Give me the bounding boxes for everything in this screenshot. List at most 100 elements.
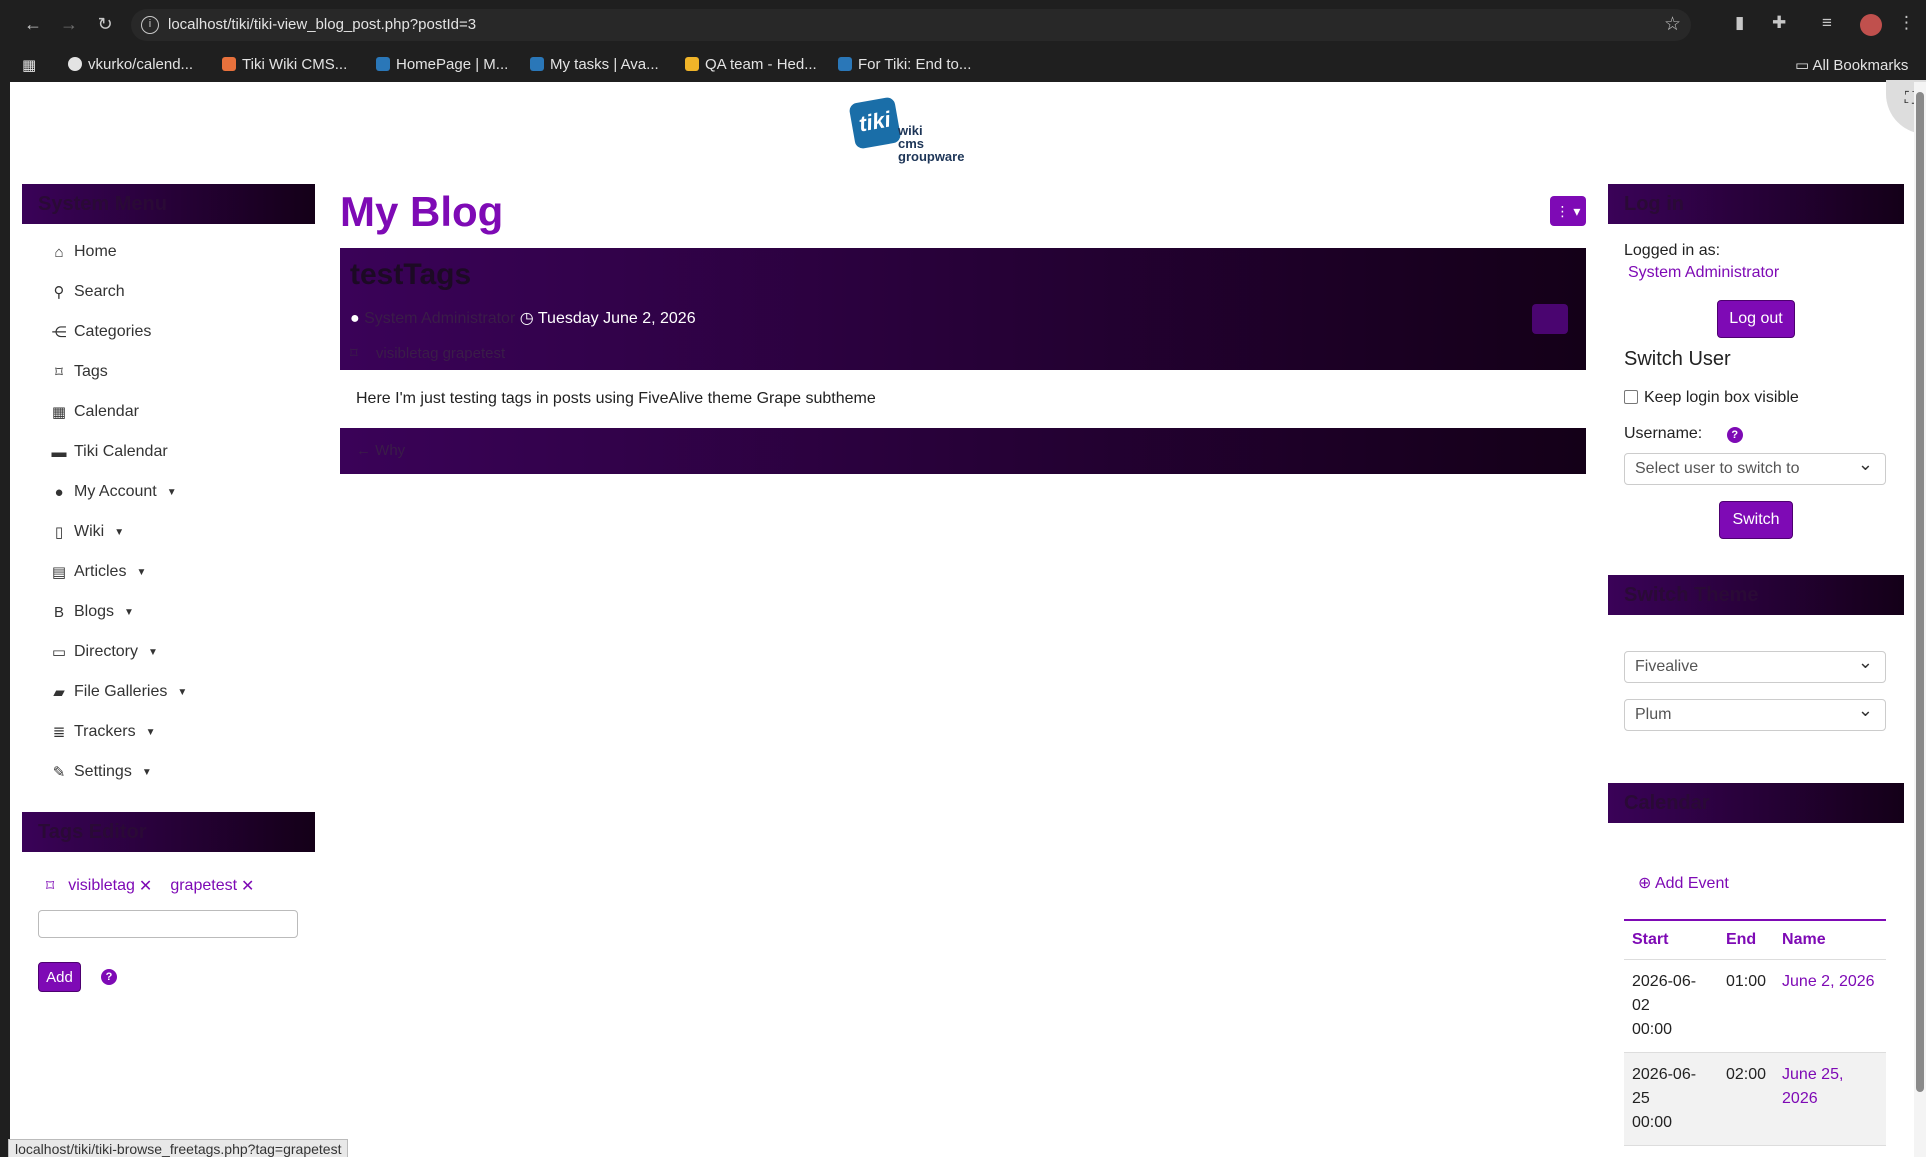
- sidebar-item-categories[interactable]: ⋲ Categories: [22, 312, 315, 352]
- post-author[interactable]: System Administrator: [364, 310, 515, 327]
- tag-chip[interactable]: grapetest: [170, 877, 237, 895]
- tag-input[interactable]: [38, 910, 298, 938]
- remove-tag-icon[interactable]: ✕: [241, 876, 254, 896]
- calendar-header: Calendar: [1608, 783, 1904, 823]
- table-header-row: Start End Name: [1624, 919, 1886, 960]
- sidebar-item-articles[interactable]: ▤ Articles ▼: [22, 552, 315, 592]
- column-header[interactable]: Name: [1774, 919, 1886, 960]
- address-bar[interactable]: i localhost/tiki/tiki-view_blog_post.php…: [131, 9, 1691, 41]
- sidebar-item-calendar[interactable]: ▦ Calendar: [22, 392, 315, 432]
- caret-down-icon[interactable]: ▼: [136, 567, 146, 578]
- column-header[interactable]: Start: [1624, 919, 1718, 960]
- post-date: Tuesday June 2, 2026: [537, 310, 696, 327]
- browser-menu-icon[interactable]: ⋮: [1898, 13, 1915, 33]
- tag-chip[interactable]: visibletag: [68, 877, 135, 895]
- sidebar-item-settings[interactable]: ✎ Settings ▼: [22, 752, 315, 792]
- sidebar-item-label: Settings: [74, 763, 132, 780]
- address-url[interactable]: localhost/tiki/tiki-view_blog_post.php?p…: [168, 16, 476, 33]
- apps-icon[interactable]: ▦: [22, 56, 36, 74]
- back-icon[interactable]: ←: [22, 13, 44, 35]
- blog-actions-button[interactable]: ⋮ ▾: [1550, 196, 1586, 226]
- right-column: Log in Logged in as: System Administrato…: [1608, 184, 1904, 1146]
- post-actions-button[interactable]: [1532, 304, 1568, 334]
- bookmark-item[interactable]: Tiki Wiki CMS...: [222, 56, 347, 73]
- sidebar-item-directory[interactable]: ▭ Directory ▼: [22, 632, 315, 672]
- site-info-icon[interactable]: i: [141, 16, 159, 34]
- all-bookmarks[interactable]: ▭ All Bookmarks: [1795, 56, 1908, 74]
- status-bar-url: localhost/tiki/tiki-browse_freetags.php?…: [8, 1139, 349, 1157]
- tag-add-row: Add ?: [38, 962, 315, 992]
- logout-button[interactable]: Log out: [1717, 300, 1795, 338]
- sidebar-item-home[interactable]: ⌂ Home: [22, 232, 315, 272]
- sidebar-item-wiki[interactable]: ▯ Wiki ▼: [22, 512, 315, 552]
- event-start-date: 2026-06-02: [1632, 973, 1697, 1014]
- sidebar-item-file-galleries[interactable]: ▰ File Galleries ▼: [22, 672, 315, 712]
- bookmark-label: Tiki Wiki CMS...: [242, 56, 348, 73]
- bookmark-label: My tasks | Ava...: [550, 56, 659, 73]
- help-icon[interactable]: ?: [101, 969, 117, 985]
- bookmark-item[interactable]: QA team - Hed...: [685, 56, 817, 73]
- bookmark-favicon: [222, 57, 236, 71]
- caret-down-icon[interactable]: ▼: [124, 607, 134, 618]
- help-icon[interactable]: ?: [1726, 427, 1743, 443]
- sidebar-item-trackers[interactable]: ≣ Trackers ▼: [22, 712, 315, 752]
- clock-icon: ◷: [519, 310, 534, 327]
- sidebar-item-label: Tiki Calendar: [74, 443, 168, 460]
- event-name[interactable]: June 25, 2026: [1774, 1052, 1886, 1146]
- bookmark-item[interactable]: vkurko/calend...: [68, 56, 193, 73]
- sidebar-item-blogs[interactable]: B Blogs ▼: [22, 592, 315, 632]
- extension-icon[interactable]: ▮: [1735, 13, 1744, 33]
- event-start-time: 00:00: [1632, 1021, 1673, 1038]
- sidebar-item-search[interactable]: ⚲ Search: [22, 272, 315, 312]
- profile-avatar[interactable]: [1860, 14, 1882, 36]
- event-name[interactable]: June 2, 2026: [1774, 959, 1886, 1053]
- caret-down-icon[interactable]: ▼: [142, 767, 152, 778]
- caret-down-icon[interactable]: ▼: [114, 527, 124, 538]
- caret-down-icon[interactable]: ▼: [146, 727, 156, 738]
- subtheme-select[interactable]: Plum: [1624, 699, 1886, 731]
- caret-down-icon[interactable]: ▼: [177, 687, 187, 698]
- post-tag-links[interactable]: visibletag grapetest: [376, 345, 505, 362]
- event-start-time: 00:00: [1632, 1114, 1673, 1131]
- site-logo[interactable]: tiki wiki cms groupware: [842, 90, 982, 163]
- caret-down-icon[interactable]: ▼: [167, 487, 177, 498]
- event-end: 02:00: [1717, 1052, 1775, 1146]
- logged-in-user[interactable]: System Administrator: [1628, 264, 1888, 282]
- bookmarks-bar: ▦ vkurko/calend... Tiki Wiki CMS... Home…: [0, 48, 1926, 82]
- page-scrollbar[interactable]: [1914, 82, 1926, 1157]
- calendar-icon: ▬: [51, 443, 67, 461]
- media-icon[interactable]: ≡: [1822, 13, 1832, 33]
- system-menu: ⌂ Home ⚲ Search ⋲ Categories ⌑ Tags ▦ Calendar ▬ Ti…: [22, 224, 315, 792]
- sidebar-item-label: My Account: [74, 483, 157, 500]
- add-tag-button[interactable]: Add: [38, 962, 81, 992]
- theme-select[interactable]: Fivealive: [1624, 651, 1886, 683]
- caret-down-icon[interactable]: ▼: [148, 647, 158, 658]
- sidebar-item-label: Tags: [74, 363, 108, 380]
- add-event-link[interactable]: ⊕ Add Event: [1638, 873, 1888, 893]
- previous-post-link[interactable]: ← Why: [356, 442, 405, 459]
- switch-user-select[interactable]: Select user to switch to: [1624, 453, 1886, 485]
- bookmark-item[interactable]: HomePage | M...: [376, 56, 508, 73]
- bookmark-item[interactable]: For Tiki: End to...: [838, 56, 971, 73]
- folder-icon: ▭: [1795, 57, 1813, 74]
- puzzle-icon[interactable]: ✚: [1772, 13, 1786, 33]
- sidebar-item-my-account[interactable]: ● My Account ▼: [22, 472, 315, 512]
- keep-visible-checkbox[interactable]: [1624, 390, 1638, 404]
- column-header[interactable]: End: [1717, 919, 1775, 960]
- sidebar-item-tags[interactable]: ⌑ Tags: [22, 352, 315, 392]
- tiki-logo-mark: tiki: [848, 96, 902, 150]
- event-start-date: 2026-06-25: [1632, 1066, 1697, 1107]
- remove-tag-icon[interactable]: ✕: [139, 876, 152, 896]
- sidebar-item-tiki-calendar[interactable]: ▬ Tiki Calendar: [22, 432, 315, 472]
- scrollbar-thumb[interactable]: [1916, 92, 1924, 1092]
- left-column: System Menu ⌂ Home ⚲ Search ⋲ Categories ⌑ Tags…: [22, 184, 315, 992]
- bookmark-item[interactable]: My tasks | Ava...: [530, 56, 659, 73]
- page: tiki wiki cms groupware ⛶ System Menu ⌂ H…: [10, 80, 1926, 1157]
- bookmark-star-icon[interactable]: ☆: [1664, 13, 1681, 36]
- all-bookmarks-label: All Bookmarks: [1812, 57, 1909, 74]
- reload-icon[interactable]: ↻: [94, 13, 116, 35]
- folder-icon: ▭: [51, 644, 67, 661]
- switch-user-button[interactable]: Switch: [1719, 501, 1793, 539]
- post-title[interactable]: testTags: [350, 258, 1576, 292]
- forward-icon[interactable]: →: [58, 13, 80, 35]
